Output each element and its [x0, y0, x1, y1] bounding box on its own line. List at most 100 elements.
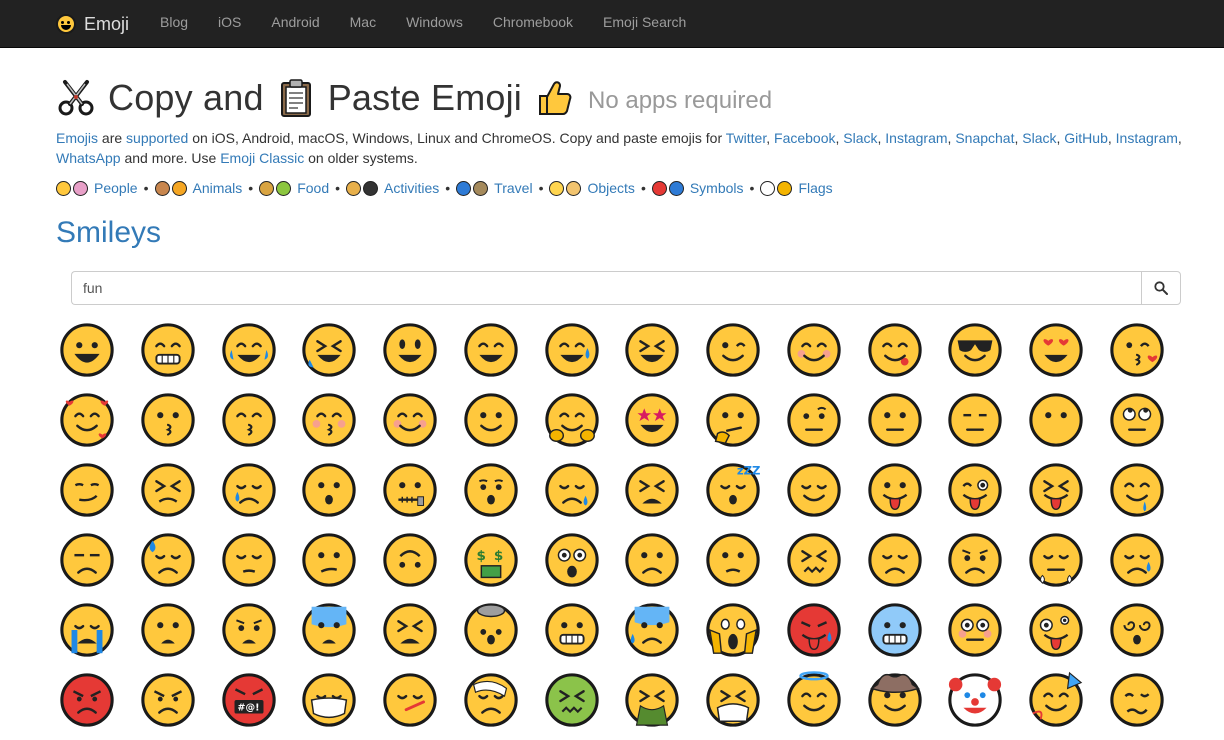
upside-down-face-emoji[interactable]	[380, 530, 440, 590]
link-twitter[interactable]: Twitter	[726, 130, 766, 146]
tired-face-emoji[interactable]	[622, 460, 682, 520]
category-link-animals[interactable]: Animals	[193, 180, 243, 196]
woozy-face-emoji[interactable]	[1107, 670, 1167, 730]
category-link-objects[interactable]: Objects	[587, 180, 634, 196]
cold-face-emoji[interactable]	[865, 600, 925, 660]
beaming-face-emoji[interactable]	[138, 320, 198, 380]
loudly-crying-emoji[interactable]	[57, 600, 117, 660]
search-input[interactable]	[71, 271, 1141, 305]
kissing-face-emoji[interactable]	[138, 390, 198, 450]
zany-face-emoji[interactable]	[1026, 600, 1086, 660]
smirking-face-emoji[interactable]	[57, 460, 117, 520]
raised-eyebrow-emoji[interactable]	[784, 390, 844, 450]
unamused-face-emoji[interactable]	[57, 530, 117, 590]
category-link-food[interactable]: Food	[297, 180, 329, 196]
sleeping-face-emoji[interactable]: zZZ	[703, 460, 763, 520]
flushed-face-emoji[interactable]	[945, 600, 1005, 660]
exploding-head-emoji[interactable]	[461, 600, 521, 660]
weary-face-emoji[interactable]	[380, 600, 440, 660]
category-link-flags[interactable]: Flags	[798, 180, 832, 196]
tongue-face-emoji[interactable]	[865, 460, 925, 520]
smiling-hearts-emoji[interactable]	[57, 390, 117, 450]
face-with-tears-of-joy-emoji[interactable]	[219, 320, 279, 380]
link-emoji-classic[interactable]: Emoji Classic	[220, 150, 304, 166]
sad-relieved-emoji[interactable]	[219, 460, 279, 520]
confused-face-emoji[interactable]	[299, 530, 359, 590]
cowboy-face-emoji[interactable]	[865, 670, 925, 730]
smiling-smiling-eyes-emoji[interactable]	[784, 320, 844, 380]
nav-chromebook[interactable]: Chromebook	[478, 0, 588, 48]
link-whatsapp[interactable]: WhatsApp	[56, 150, 121, 166]
money-mouth-emoji[interactable]: $ $	[461, 530, 521, 590]
nav-windows[interactable]: Windows	[391, 0, 478, 48]
link-slack-2[interactable]: Slack	[1022, 130, 1056, 146]
search-button[interactable]	[1141, 271, 1181, 305]
winking-tongue-emoji[interactable]	[945, 460, 1005, 520]
grimacing-face-emoji[interactable]	[542, 600, 602, 660]
worried-face-emoji[interactable]	[945, 530, 1005, 590]
face-savoring-food-emoji[interactable]	[865, 320, 925, 380]
zipper-mouth-emoji[interactable]	[380, 460, 440, 520]
persevering-face-emoji[interactable]	[138, 460, 198, 520]
link-instagram-2[interactable]: Instagram	[1116, 130, 1178, 146]
grinning-big-eyes-emoji[interactable]	[380, 320, 440, 380]
mask-face-emoji[interactable]	[299, 670, 359, 730]
grinning-sweat-emoji[interactable]	[542, 320, 602, 380]
nav-ios[interactable]: iOS	[203, 0, 256, 48]
disappointed-face-emoji[interactable]	[865, 530, 925, 590]
frowning-face-emoji[interactable]	[622, 530, 682, 590]
thinking-face-emoji[interactable]	[703, 390, 763, 450]
grinning-smiling-eyes-emoji[interactable]	[461, 320, 521, 380]
category-link-symbols[interactable]: Symbols	[690, 180, 744, 196]
link-supported[interactable]: supported	[126, 130, 188, 146]
grinning-squinting-emoji[interactable]	[622, 320, 682, 380]
astonished-face-emoji[interactable]	[542, 530, 602, 590]
nauseated-face-emoji[interactable]	[542, 670, 602, 730]
hot-face-emoji[interactable]	[784, 600, 844, 660]
cursing-face-emoji[interactable]: #@!	[219, 670, 279, 730]
hushed-face-emoji[interactable]	[299, 460, 359, 520]
halo-face-emoji[interactable]	[784, 670, 844, 730]
category-link-people[interactable]: People	[94, 180, 138, 196]
link-facebook[interactable]: Facebook	[774, 130, 835, 146]
pouting-face-emoji[interactable]	[57, 670, 117, 730]
nav-blog[interactable]: Blog	[160, 0, 203, 48]
category-link-activities[interactable]: Activities	[384, 180, 439, 196]
thermometer-face-emoji[interactable]	[380, 670, 440, 730]
star-struck-emoji[interactable]	[622, 390, 682, 450]
heart-eyes-emoji[interactable]	[1026, 320, 1086, 380]
sunglasses-face-emoji[interactable]	[945, 320, 1005, 380]
rolling-eyes-emoji[interactable]	[1107, 390, 1167, 450]
slightly-frowning-emoji[interactable]	[703, 530, 763, 590]
relieved-face-emoji[interactable]	[784, 460, 844, 520]
nav-mac[interactable]: Mac	[335, 0, 391, 48]
vomiting-face-emoji[interactable]	[622, 670, 682, 730]
bandage-face-emoji[interactable]	[461, 670, 521, 730]
squinting-tongue-emoji[interactable]	[1026, 460, 1086, 520]
category-link-travel[interactable]: Travel	[494, 180, 532, 196]
anxious-sweat-emoji[interactable]	[622, 600, 682, 660]
hushed-open-emoji[interactable]	[461, 460, 521, 520]
kissing-closed-eyes-emoji[interactable]	[299, 390, 359, 450]
drooling-face-emoji[interactable]	[1107, 460, 1167, 520]
link-snapchat[interactable]: Snapchat	[955, 130, 1014, 146]
anguished-face-emoji[interactable]	[219, 600, 279, 660]
angry-face-emoji[interactable]	[138, 670, 198, 730]
hugging-face-emoji[interactable]	[542, 390, 602, 450]
slightly-smiling-emoji[interactable]	[461, 390, 521, 450]
expressionless-emoji[interactable]	[945, 390, 1005, 450]
crying-face-emoji[interactable]	[1107, 530, 1167, 590]
sleepy-face-emoji[interactable]	[542, 460, 602, 520]
link-github[interactable]: GitHub	[1064, 130, 1108, 146]
confounded-face-emoji[interactable]	[784, 530, 844, 590]
no-mouth-emoji[interactable]	[1026, 390, 1086, 450]
fearful-face-emoji[interactable]	[299, 600, 359, 660]
winking-face-emoji[interactable]	[703, 320, 763, 380]
smiling-face-emoji[interactable]	[380, 390, 440, 450]
steam-from-nose-emoji[interactable]	[1026, 530, 1086, 590]
dizzy-face-emoji[interactable]	[1107, 600, 1167, 660]
partying-face-emoji[interactable]	[1026, 670, 1086, 730]
link-instagram[interactable]: Instagram	[885, 130, 947, 146]
pensive-face-emoji[interactable]	[219, 530, 279, 590]
screaming-fear-emoji[interactable]	[703, 600, 763, 660]
